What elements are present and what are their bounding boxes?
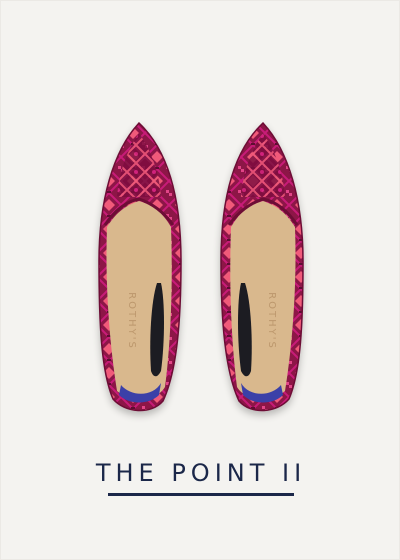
product-card[interactable]: ROTHY'S ROTHY'S THE POINT II [0,0,400,560]
insole-brand-text: ROTHY'S [266,292,277,350]
right-shoe: ROTHY'S [220,121,304,412]
title-underline [108,493,294,496]
product-title-link[interactable]: THE POINT II [1,459,400,487]
product-image[interactable]: ROTHY'S ROTHY'S [1,1,400,461]
left-shoe: ROTHY'S [98,121,182,412]
insole-brand-text: ROTHY'S [126,292,137,350]
